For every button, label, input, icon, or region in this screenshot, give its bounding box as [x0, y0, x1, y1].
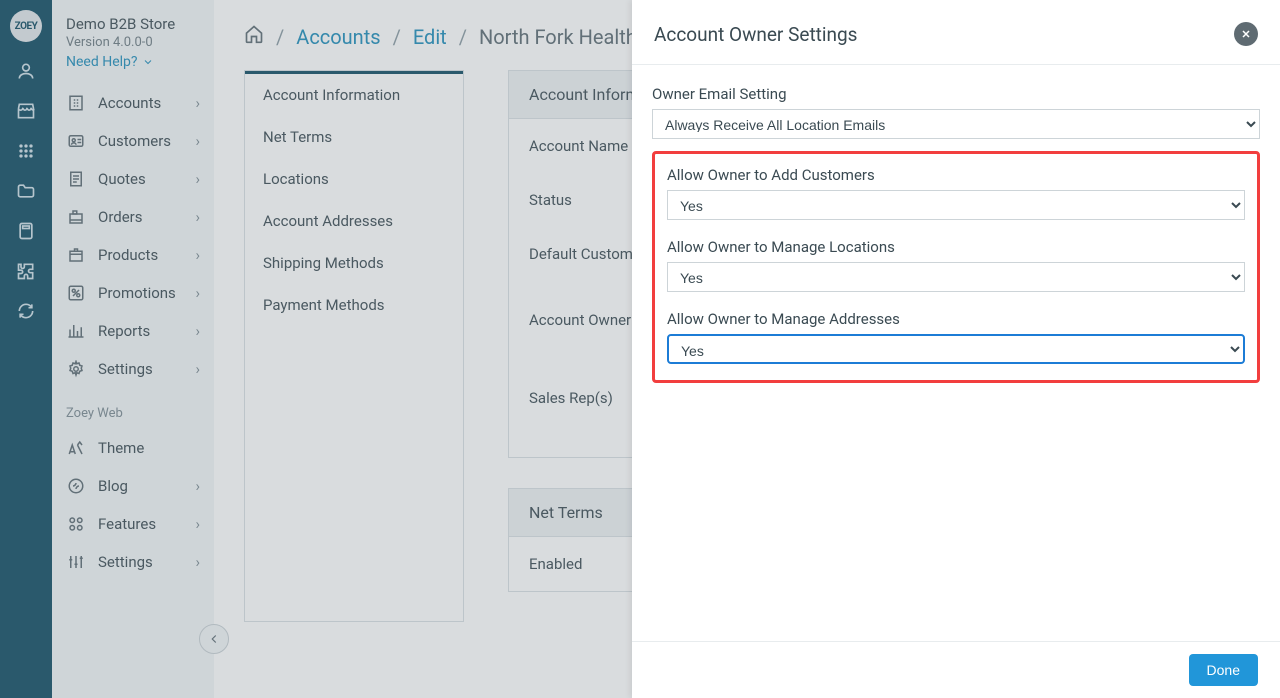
manage-locations-select[interactable]: Yes — [667, 262, 1245, 292]
chevron-right-icon: › — [195, 132, 200, 150]
nav-label: Products — [98, 246, 158, 264]
field-owner-email: Owner Email Setting Always Receive All L… — [652, 85, 1260, 139]
nav-theme[interactable]: Theme — [52, 429, 214, 467]
nav-settings[interactable]: Settings › — [52, 350, 214, 388]
manage-addresses-select[interactable]: Yes — [667, 334, 1245, 364]
chart-icon — [66, 322, 86, 340]
chevron-left-icon — [207, 632, 221, 646]
document-icon — [66, 170, 86, 188]
folder-icon[interactable] — [15, 180, 37, 202]
tab-account-addresses[interactable]: Account Addresses — [245, 200, 463, 242]
close-icon — [1240, 28, 1252, 40]
highlighted-fields: Allow Owner to Add Customers Yes Allow O… — [652, 151, 1260, 383]
done-button[interactable]: Done — [1189, 654, 1258, 686]
box-icon — [66, 246, 86, 264]
nav-section-web: Zoey Web — [52, 388, 214, 429]
chevron-right-icon: › — [195, 322, 200, 340]
field-add-customers: Allow Owner to Add Customers Yes — [667, 166, 1245, 220]
sliders-icon — [66, 553, 86, 571]
nav-web-settings[interactable]: Settings › — [52, 543, 214, 581]
crumb-accounts[interactable]: Accounts — [296, 25, 380, 49]
nav-label: Customers — [98, 132, 171, 150]
tab-locations[interactable]: Locations — [245, 158, 463, 200]
chevron-right-icon: › — [195, 246, 200, 264]
register-icon — [66, 208, 86, 226]
nav-label: Quotes — [98, 170, 146, 188]
nav-label: Theme — [98, 439, 144, 457]
chevron-right-icon: › — [195, 208, 200, 226]
close-button[interactable] — [1234, 22, 1258, 46]
puzzle-icon[interactable] — [15, 260, 37, 282]
theme-icon — [66, 439, 86, 457]
nav-orders[interactable]: Orders › — [52, 198, 214, 236]
owner-email-select[interactable]: Always Receive All Location Emails — [652, 109, 1260, 139]
field-manage-locations: Allow Owner to Manage Locations Yes — [667, 238, 1245, 292]
nav-label: Accounts — [98, 94, 161, 112]
nav-label: Settings — [98, 360, 153, 378]
separator: / — [393, 25, 401, 49]
nav-label: Promotions — [98, 284, 176, 302]
calculator-icon[interactable] — [15, 220, 37, 242]
tab-account-information[interactable]: Account Information — [245, 71, 463, 116]
need-help-link[interactable]: Need Help? — [52, 50, 214, 84]
field-label: Allow Owner to Add Customers — [667, 166, 1245, 184]
field-label: Allow Owner to Manage Locations — [667, 238, 1245, 256]
store-title: Demo B2B Store — [52, 14, 214, 35]
chevron-down-icon — [142, 56, 154, 68]
blog-icon — [66, 477, 86, 495]
field-manage-addresses: Allow Owner to Manage Addresses Yes — [667, 310, 1245, 364]
home-icon[interactable] — [244, 24, 264, 49]
percent-icon — [66, 284, 86, 302]
logo[interactable]: ZOEY — [10, 10, 42, 42]
tab-shipping-methods[interactable]: Shipping Methods — [245, 242, 463, 284]
nav-blog[interactable]: Blog › — [52, 467, 214, 505]
users-icon — [66, 132, 86, 150]
chevron-right-icon: › — [195, 515, 200, 533]
nav-accounts[interactable]: Accounts › — [52, 84, 214, 122]
chevron-right-icon: › — [195, 170, 200, 188]
crumb-edit[interactable]: Edit — [413, 25, 447, 49]
separator: / — [459, 25, 467, 49]
nav-label: Orders — [98, 208, 143, 226]
field-label: Owner Email Setting — [652, 85, 1260, 103]
main-nav: Accounts › Customers › Quotes › Orders ›… — [52, 84, 214, 388]
chevron-right-icon: › — [195, 477, 200, 495]
gear-icon — [66, 360, 86, 378]
nav-label: Features — [98, 515, 156, 533]
grid-icon[interactable] — [15, 140, 37, 162]
chevron-right-icon: › — [195, 553, 200, 571]
tab-net-terms[interactable]: Net Terms — [245, 116, 463, 158]
separator: / — [276, 25, 284, 49]
sidebar: Demo B2B Store Version 4.0.0-0 Need Help… — [52, 0, 214, 698]
nav-promotions[interactable]: Promotions › — [52, 274, 214, 312]
tab-payment-methods[interactable]: Payment Methods — [245, 284, 463, 326]
version-label: Version 4.0.0-0 — [52, 35, 214, 50]
chevron-right-icon: › — [195, 284, 200, 302]
sub-tabs: Account Information Net Terms Locations … — [244, 70, 464, 622]
nav-products[interactable]: Products › — [52, 236, 214, 274]
chevron-right-icon: › — [195, 94, 200, 112]
nav-reports[interactable]: Reports › — [52, 312, 214, 350]
refresh-icon[interactable] — [15, 300, 37, 322]
account-owner-settings-modal: Account Owner Settings Owner Email Setti… — [632, 0, 1280, 698]
nav-features[interactable]: Features › — [52, 505, 214, 543]
nav-customers[interactable]: Customers › — [52, 122, 214, 160]
icon-rail: ZOEY — [0, 0, 52, 698]
store-icon[interactable] — [15, 100, 37, 122]
features-icon — [66, 515, 86, 533]
chevron-right-icon: › — [195, 360, 200, 378]
nav-label: Settings — [98, 553, 153, 571]
modal-title: Account Owner Settings — [654, 23, 857, 46]
nav-quotes[interactable]: Quotes › — [52, 160, 214, 198]
collapse-sidebar-button[interactable] — [199, 624, 229, 654]
add-customers-select[interactable]: Yes — [667, 190, 1245, 220]
user-icon[interactable] — [15, 60, 37, 82]
nav-label: Reports — [98, 322, 150, 340]
nav-label: Blog — [98, 477, 128, 495]
web-nav: Theme Blog › Features › Settings › — [52, 429, 214, 581]
field-label: Allow Owner to Manage Addresses — [667, 310, 1245, 328]
building-icon — [66, 94, 86, 112]
